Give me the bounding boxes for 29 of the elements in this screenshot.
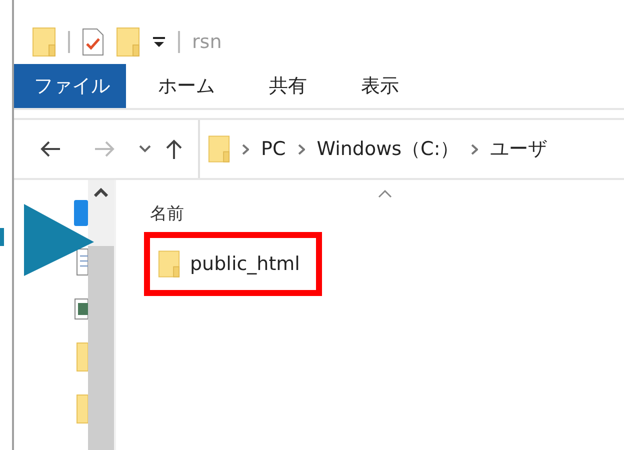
ribbon-tab[interactable]: 共有 bbox=[247, 64, 329, 108]
column-header[interactable]: 名前 bbox=[150, 204, 184, 224]
address-bar[interactable]: PC Windows（C:） ユーザ bbox=[198, 120, 624, 178]
back-arrow-icon bbox=[39, 140, 61, 158]
folder-icon bbox=[158, 250, 180, 278]
chevron-icon bbox=[471, 144, 478, 154]
file-item[interactable]: public_html bbox=[144, 232, 322, 296]
breadcrumb[interactable]: ユーザ bbox=[490, 134, 548, 164]
folder-icon bbox=[208, 135, 230, 163]
ribbon-tab[interactable]: ファイル bbox=[14, 64, 126, 108]
breadcrumb[interactable]: Windows（C:） bbox=[316, 134, 460, 164]
scrollbar-thumb[interactable] bbox=[88, 246, 114, 450]
document-icon[interactable] bbox=[76, 248, 88, 276]
properties-icon[interactable] bbox=[82, 28, 104, 56]
sort-caret-icon bbox=[378, 190, 392, 198]
up-arrow-icon bbox=[165, 138, 183, 160]
window-title: rsn bbox=[192, 30, 222, 55]
forward-arrow-icon bbox=[94, 140, 116, 158]
scroll-up-button[interactable] bbox=[88, 180, 114, 246]
breadcrumb[interactable]: PC bbox=[261, 134, 286, 164]
folder-icon bbox=[116, 27, 140, 57]
caret-icon bbox=[94, 188, 108, 197]
dropdown-icon[interactable] bbox=[152, 36, 166, 48]
ribbon-tab[interactable]: ホーム bbox=[136, 64, 237, 108]
ribbon-tab[interactable]: 表示 bbox=[339, 64, 421, 108]
pictures-icon[interactable] bbox=[74, 298, 88, 320]
chevron-down-icon bbox=[139, 145, 151, 153]
chevron-icon bbox=[298, 144, 305, 154]
chevron-icon bbox=[242, 144, 249, 154]
